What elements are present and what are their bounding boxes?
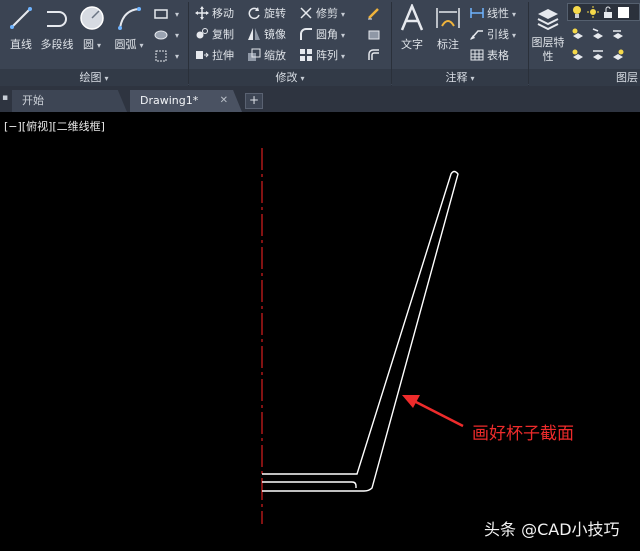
draw-more-caret[interactable]: ▾ [175, 10, 179, 19]
move-button[interactable]: 移动 [195, 4, 234, 23]
text-icon [400, 4, 424, 31]
line-label: 直线 [10, 38, 32, 51]
rotate-button[interactable]: 旋转 [247, 4, 286, 23]
explode-icon[interactable] [367, 27, 381, 41]
layer-tool-icon-3[interactable] [611, 27, 625, 41]
dimension-button[interactable]: 标注 [432, 4, 464, 52]
trim-button[interactable]: 修剪 ▾ [299, 4, 345, 23]
draw-more-caret-2[interactable]: ▾ [175, 31, 179, 40]
polyline-icon [47, 11, 67, 27]
circle-label: 圆 ▾ [82, 38, 101, 51]
tab-menu-icon[interactable]: ▪ [2, 93, 8, 107]
erase-icon[interactable] [367, 6, 381, 20]
dimension-label: 标注 [437, 38, 459, 51]
lightbulb-icon [573, 6, 581, 18]
tab-start-label: 开始 [22, 94, 44, 107]
table-button[interactable]: 表格 [470, 46, 509, 65]
array-icon [300, 49, 312, 61]
table-icon [470, 49, 484, 61]
annotation-panel: 文字 标注 线性 ▾ 引线 ▾ 表格 注释 ▾ [392, 0, 528, 86]
cup-profile-inner [262, 481, 357, 488]
annotation-text: 画好杯子截面 [472, 424, 574, 444]
layers-panel: 图层特性 图层 [529, 0, 640, 86]
cup-profile-outer [262, 170, 459, 492]
layer-stack-icon [537, 9, 559, 31]
annotation-panel-title[interactable]: 注释 ▾ [392, 69, 528, 86]
rotate-icon [248, 7, 260, 20]
pointer-arrow [413, 399, 464, 428]
stretch-icon [196, 51, 209, 59]
text-label: 文字 [401, 38, 423, 51]
move-icon [195, 6, 209, 20]
sun-icon [587, 6, 599, 18]
layer-tool-icon-6[interactable] [611, 48, 625, 62]
line-button[interactable]: 直线 [4, 4, 38, 52]
layer-tool-icon-1[interactable] [571, 27, 585, 41]
tab-drawing1[interactable]: Drawing1* ✕ [130, 90, 242, 112]
drawing-geometry [261, 148, 464, 524]
mirror-icon [248, 28, 260, 40]
arc-button[interactable]: 圆弧 ▾ [110, 4, 148, 52]
circle-button[interactable]: 圆 ▾ [76, 4, 108, 52]
boundary-icon[interactable] [154, 49, 168, 63]
trim-icon [300, 7, 312, 19]
layers-panel-title[interactable]: 图层 [529, 69, 640, 86]
hatch-icon[interactable] [154, 28, 168, 42]
stretch-button[interactable]: 拉伸 [195, 46, 234, 65]
arc-icon [118, 7, 141, 30]
layer-tool-icon-5[interactable] [591, 48, 605, 62]
line-icon [10, 7, 32, 29]
leader-button[interactable]: 引线 ▾ [470, 25, 516, 44]
watermark-text: 头条 @CAD小技巧 [484, 520, 620, 539]
scale-button[interactable]: 缩放 [247, 46, 286, 65]
drawing-canvas[interactable]: [−][俯视][二维线框] 画好杯子截面 头条 @CAD小技巧 [0, 112, 640, 551]
copy-icon [196, 28, 208, 39]
scale-icon [248, 48, 261, 61]
polyline-button[interactable]: 多段线 [38, 4, 76, 52]
layer-dropdown[interactable] [567, 3, 640, 21]
polyline-label: 多段线 [40, 38, 74, 51]
offset-icon[interactable] [367, 48, 381, 62]
layer-tool-icon-2[interactable] [591, 27, 605, 41]
copy-button[interactable]: 复制 [195, 25, 234, 44]
fillet-icon [300, 28, 312, 40]
new-tab-button[interactable]: + [245, 93, 263, 109]
ribbon: 直线 多段线 圆 ▾ 圆弧 ▾ ▾ ▾ ▾ 绘图 ▾ 移动 旋转 修剪 ▾ 复制… [0, 0, 640, 86]
tab-drawing1-label: Drawing1* [140, 94, 199, 107]
array-button[interactable]: 阵列 ▾ [299, 46, 345, 65]
rectangle-icon[interactable] [154, 7, 168, 21]
linear-icon [470, 8, 484, 18]
layer-tool-icon-4[interactable] [571, 48, 585, 62]
draw-panel-title[interactable]: 绘图 ▾ [0, 69, 188, 86]
fillet-button[interactable]: 圆角 ▾ [299, 25, 345, 44]
unlock-icon [604, 6, 612, 18]
layer-color-swatch [618, 7, 629, 18]
dimension-icon [436, 8, 460, 28]
text-button[interactable]: 文字 [396, 4, 428, 52]
draw-more-caret-3[interactable]: ▾ [175, 52, 179, 61]
file-tab-bar: ▪ 开始 Drawing1* ✕ + [0, 86, 640, 112]
modify-panel: 移动 旋转 修剪 ▾ 复制 镜像 圆角 ▾ 拉伸 缩放 阵列 ▾ 修改 ▾ [189, 0, 391, 86]
circle-icon [80, 6, 104, 30]
tab-start[interactable]: 开始 [12, 90, 127, 112]
close-icon[interactable]: ✕ [220, 90, 228, 112]
mirror-button[interactable]: 镜像 [247, 25, 286, 44]
draw-panel: 直线 多段线 圆 ▾ 圆弧 ▾ ▾ ▾ ▾ 绘图 ▾ [0, 0, 188, 86]
linear-button[interactable]: 线性 ▾ [470, 4, 516, 23]
layer-properties-label: 图层特性 [531, 36, 565, 63]
leader-icon [470, 30, 483, 40]
arc-label: 圆弧 ▾ [114, 38, 144, 51]
layer-properties-button[interactable]: 图层特性 [531, 4, 565, 64]
modify-panel-title[interactable]: 修改 ▾ [189, 69, 391, 86]
